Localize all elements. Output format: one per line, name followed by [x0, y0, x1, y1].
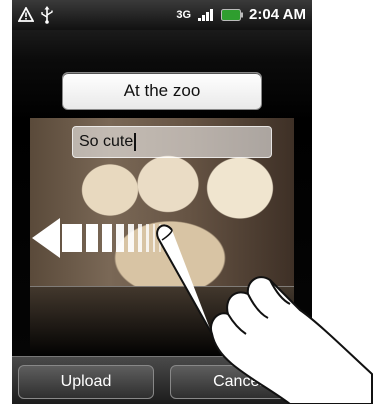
upload-button[interactable]: Upload: [18, 365, 154, 399]
network-type-label: 3G: [176, 8, 192, 21]
hand-gesture-icon: [150, 214, 373, 404]
description-input[interactable]: So cute: [72, 126, 272, 158]
battery-icon: [221, 8, 244, 21]
title-input[interactable]: At the zoo: [62, 72, 262, 110]
text-cursor: [134, 133, 137, 151]
description-text: So cute: [79, 133, 134, 150]
clock: 2:04 AM: [249, 6, 306, 23]
status-bar: 3G 2:04 AM: [12, 0, 312, 30]
alert-icon: [18, 7, 34, 23]
phone-frame: 3G 2:04 AM At the zoo So cute Upload Can…: [0, 0, 373, 404]
usb-icon: [40, 6, 54, 24]
signal-icon: [197, 8, 215, 22]
